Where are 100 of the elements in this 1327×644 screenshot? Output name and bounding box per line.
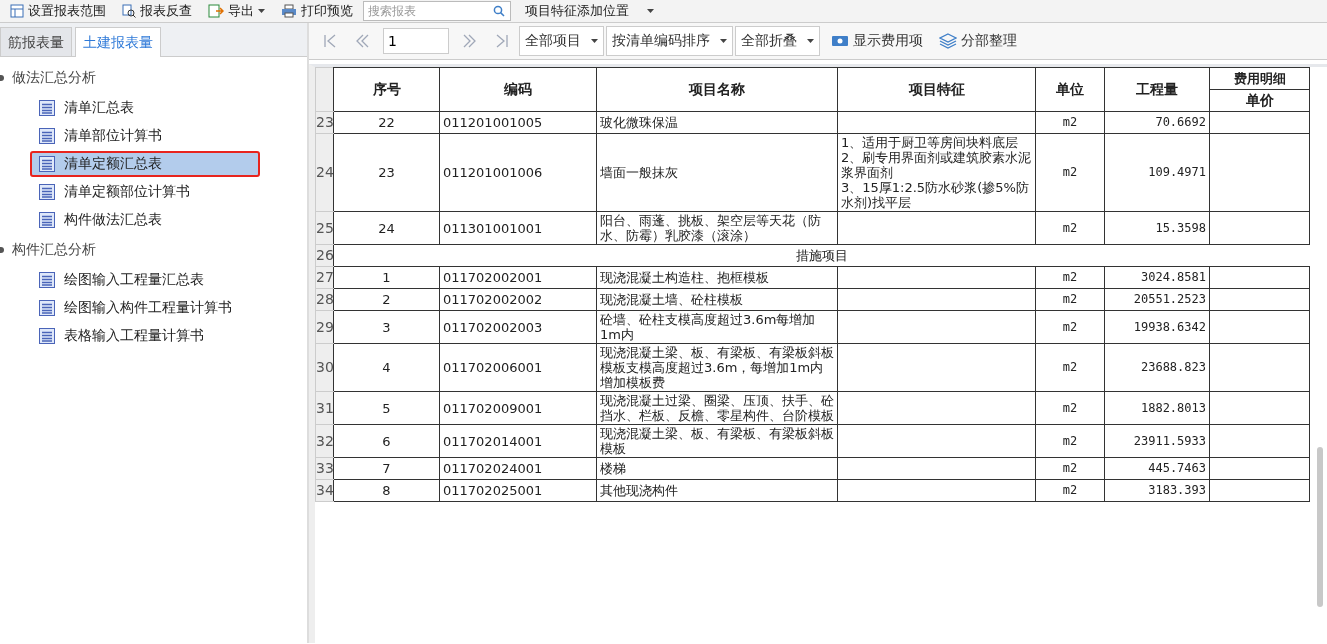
table-cell: 砼墙、砼柱支模高度超过3.6m每增加1m内	[596, 310, 838, 344]
table-cell: 墙面一般抹灰	[596, 133, 838, 212]
toolbar-button[interactable]: 打印预览	[275, 1, 359, 21]
table-cell: m2	[1035, 266, 1105, 289]
table-cell: 15.3598	[1104, 211, 1210, 245]
row-number: 28	[315, 288, 334, 311]
column-header: 项目名称	[596, 67, 838, 112]
tree-item[interactable]: 构件做法汇总表	[30, 207, 242, 233]
table-cell: 19938.6342	[1104, 310, 1210, 344]
toolbar-button[interactable]: 报表反查	[116, 1, 198, 21]
tree-item[interactable]: 清单定额汇总表	[30, 151, 260, 177]
tab[interactable]: 土建报表量	[75, 27, 161, 57]
dropdown[interactable]: 项目特征添加位置	[519, 1, 660, 21]
table-cell: 阳台、雨蓬、挑板、架空层等天花（防水、防霉）乳胶漆（滚涂）	[596, 211, 838, 245]
document-icon	[38, 99, 56, 117]
table-cell: 011301001001	[439, 211, 597, 245]
tree-group-label[interactable]: 做法汇总分析	[12, 69, 96, 87]
row-number: 23	[315, 111, 334, 134]
table-cell: 3024.8581	[1104, 266, 1210, 289]
table-cell: m2	[1035, 111, 1105, 134]
export-icon	[208, 4, 224, 18]
table-cell: 其他现浇构件	[596, 479, 838, 502]
next-page-icon	[462, 33, 478, 49]
table-cell: 1、适用于厨卫等房间块料底层 2、刷专用界面剂或建筑胶素水泥浆界面剂 3、15厚1:2.5防水砂浆(掺5%防水剂)找平层	[837, 133, 1036, 212]
previous-page-icon	[354, 33, 370, 49]
table-cell: 玻化微珠保温	[596, 111, 838, 134]
table-cell: 22	[333, 111, 440, 134]
section-row: 措施项目	[333, 244, 1310, 267]
table-cell: 现浇混凝土梁、板、有梁板、有梁板斜板模板	[596, 424, 838, 458]
table-cell: 109.4971	[1104, 133, 1210, 212]
table-cell: 011702002002	[439, 288, 597, 311]
table-cell: 20551.2523	[1104, 288, 1210, 311]
document-icon	[38, 127, 56, 145]
document-icon	[38, 327, 56, 345]
row-number: 34	[315, 479, 334, 502]
table-cell: 现浇混凝土墙、砼柱模板	[596, 288, 838, 311]
caret-icon	[258, 9, 265, 13]
table-cell: 现浇混凝土过梁、圈梁、压顶、扶手、砼挡水、栏板、反檐、零星构件、台阶模板	[596, 391, 838, 425]
table-cell: 2	[333, 288, 440, 311]
document-icon	[38, 299, 56, 317]
caret-icon	[647, 9, 654, 13]
table-cell: 楼梯	[596, 457, 838, 480]
row-number: 24	[315, 133, 334, 212]
table-cell: 7	[333, 457, 440, 480]
toolbar-button[interactable]: 分部整理	[934, 26, 1022, 56]
row-number: 27	[315, 266, 334, 289]
table-cell: 011702009001	[439, 391, 597, 425]
table-cell: m2	[1035, 479, 1105, 502]
table-cell: 23	[333, 133, 440, 212]
tree-item[interactable]: 绘图输入工程量汇总表	[30, 267, 242, 293]
table-cell: 23911.5933	[1104, 424, 1210, 458]
table-cell: 445.7463	[1104, 457, 1210, 480]
table-cell: 8	[333, 479, 440, 502]
caret-icon	[807, 39, 814, 43]
toolbar-button[interactable]: 设置报表范围	[4, 1, 112, 21]
dropdown[interactable]: 按清单编码排序	[606, 26, 733, 56]
tree-item[interactable]: 清单汇总表	[30, 95, 242, 121]
page-number-field[interactable]: 1	[383, 28, 449, 54]
tree-item[interactable]: 清单部位计算书	[30, 123, 242, 149]
table-cell: m2	[1035, 288, 1105, 311]
tab[interactable]: 筋报表量	[0, 27, 72, 56]
search-field[interactable]: 搜索报表	[363, 1, 511, 21]
toolbar-menu-button[interactable]: 导出	[202, 1, 271, 21]
table-cell: 6	[333, 424, 440, 458]
document-icon	[38, 155, 56, 173]
table-cell: 011702002001	[439, 266, 597, 289]
search-icon	[493, 5, 505, 17]
table-cell: 3	[333, 310, 440, 344]
table-cell: m2	[1035, 211, 1105, 245]
printer-icon	[281, 4, 297, 18]
row-number: 26	[315, 244, 334, 267]
document-icon	[38, 271, 56, 289]
column-header: 编码	[439, 67, 597, 112]
scrollbar-thumb[interactable]	[1317, 447, 1323, 607]
row-number: 33	[315, 457, 334, 480]
banknote-icon	[831, 35, 849, 47]
table-cell: 011702025001	[439, 479, 597, 502]
table-cell: 011702006001	[439, 343, 597, 392]
tree-group-label[interactable]: 构件汇总分析	[12, 241, 96, 259]
table-cell: 011702002003	[439, 310, 597, 344]
dropdown[interactable]: 全部折叠	[735, 26, 820, 56]
tree-item[interactable]: 绘图输入构件工程量计算书	[30, 295, 242, 321]
column-header: 单位	[1035, 67, 1105, 112]
column-header: 工程量	[1104, 67, 1210, 112]
search-icon	[122, 4, 136, 18]
row-number: 31	[315, 391, 334, 425]
dropdown[interactable]: 全部项目	[519, 26, 604, 56]
table-cell: m2	[1035, 457, 1105, 480]
column-header: 序号	[333, 67, 440, 112]
row-number: 32	[315, 424, 334, 458]
column-header: 单价	[1209, 89, 1310, 112]
tree-item[interactable]: 表格输入工程量计算书	[30, 323, 242, 349]
first-page-icon	[322, 33, 338, 49]
caret-icon	[720, 39, 727, 43]
tree-item[interactable]: 清单定额部位计算书	[30, 179, 242, 205]
document-icon	[38, 183, 56, 201]
table-icon	[10, 4, 24, 18]
table-cell: 3183.393	[1104, 479, 1210, 502]
table-cell: m2	[1035, 391, 1105, 425]
toolbar-button[interactable]: 显示费用项	[826, 26, 928, 56]
